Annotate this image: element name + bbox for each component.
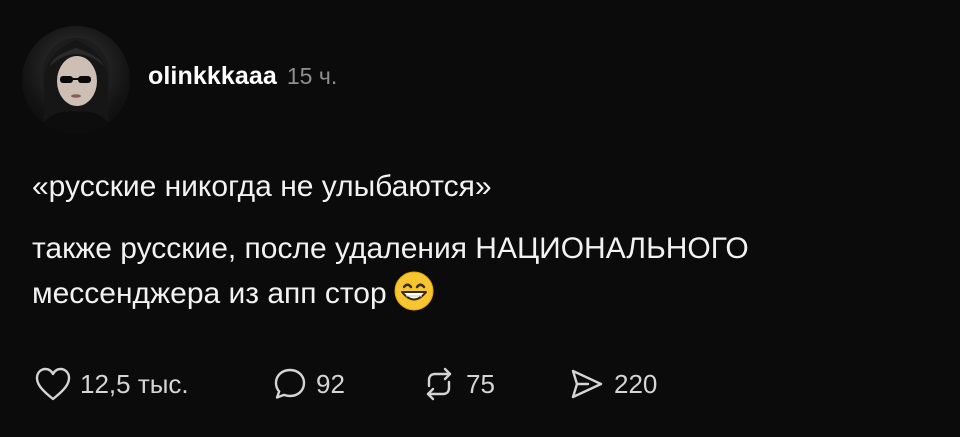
heart-icon — [35, 367, 71, 401]
like-count: 12,5 тыс. — [80, 368, 189, 399]
avatar[interactable] — [22, 26, 130, 134]
post-header: olinkkkaaa 15 ч. — [22, 26, 337, 134]
post-meta: olinkkkaaa 15 ч. — [148, 62, 337, 91]
comment-count: 92 — [316, 368, 345, 399]
comment-button[interactable]: 92 — [272, 366, 420, 402]
post-card: olinkkkaaa 15 ч. «русские никогда не улы… — [0, 0, 960, 437]
post-time: 15 ч. — [286, 62, 338, 89]
send-icon — [571, 369, 603, 399]
repost-icon — [426, 367, 452, 401]
grinning-face-emoji-icon — [393, 270, 435, 312]
repost-button[interactable]: 75 — [420, 366, 568, 402]
post-text-line: также русские, после удаления НАЦИОНАЛЬН… — [32, 228, 942, 315]
post-text-content: также русские, после удаления НАЦИОНАЛЬН… — [32, 232, 749, 310]
comment-bubble-icon — [274, 368, 306, 399]
repost-count: 75 — [466, 368, 495, 399]
avatar-image — [36, 38, 116, 134]
share-count: 220 — [614, 368, 658, 399]
post-text: «русские никогда не улыбаются» также рус… — [32, 166, 942, 315]
share-button[interactable]: 220 — [568, 366, 657, 402]
action-bar: 12,5 тыс. 92 75 220 — [34, 364, 657, 404]
username[interactable]: olinkkkaaa — [148, 62, 277, 91]
post-text-line: «русские никогда не улыбаются» — [32, 170, 492, 203]
like-button[interactable]: 12,5 тыс. — [34, 366, 272, 402]
